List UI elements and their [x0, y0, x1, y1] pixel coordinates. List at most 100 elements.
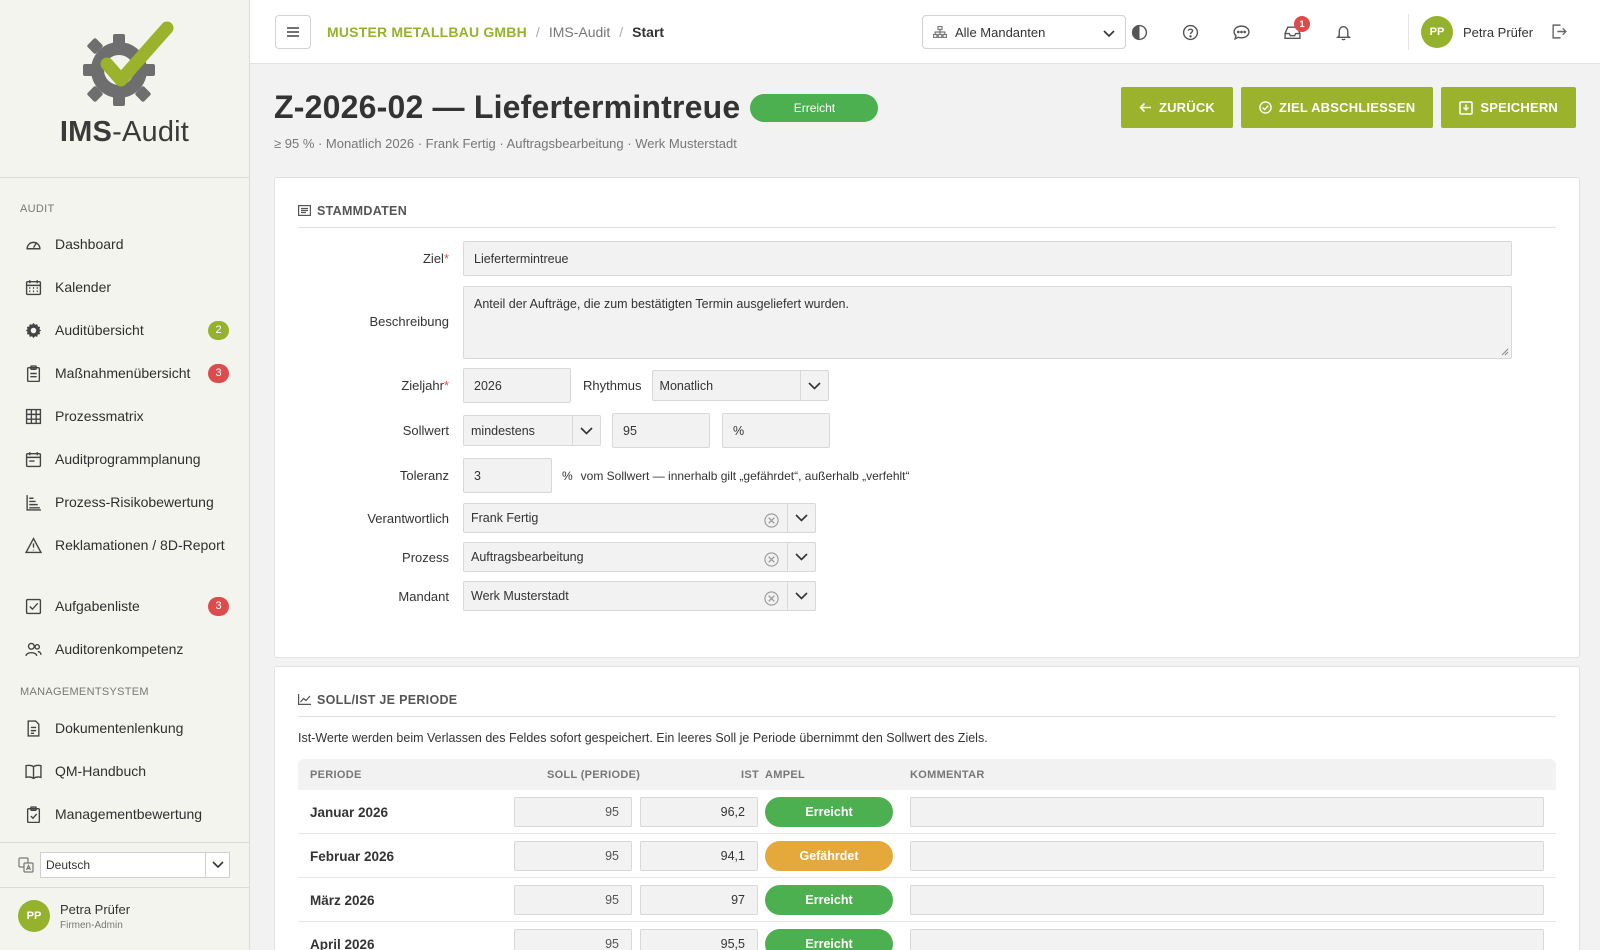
comment-input[interactable]	[910, 797, 1544, 827]
arrow-left-icon	[1139, 102, 1151, 113]
save-button[interactable]: SPEICHERN	[1441, 87, 1576, 128]
field-row-verantwortlich: Verantwortlich Frank Fertig	[298, 503, 816, 533]
col-periode: PERIODE	[310, 769, 362, 781]
logo[interactable]: IMS-Audit	[0, 0, 249, 178]
sidebar-item-reklamationen[interactable]: Reklamationen / 8D-Report	[0, 535, 249, 555]
target-value-input[interactable]: 95	[612, 413, 710, 448]
resize-handle-icon[interactable]	[1501, 348, 1509, 356]
col-ist: IST	[741, 769, 760, 781]
sidebar-item-auditprogrammplanung[interactable]: Auditprogrammplanung	[0, 449, 249, 469]
sidebar-user[interactable]: PP Petra Prüfer Firmen-Admin	[18, 900, 130, 932]
comment-input[interactable]	[910, 841, 1544, 871]
sidebar-item-kalender[interactable]: Kalender	[0, 277, 249, 297]
tolerance-input[interactable]: 3	[463, 458, 552, 493]
hierarchy-icon	[933, 26, 947, 38]
field-label: Zieljahr*	[401, 378, 449, 393]
ist-input[interactable]: 96,2	[640, 797, 758, 827]
warning-icon	[24, 536, 42, 554]
soll-input[interactable]: 95	[514, 797, 632, 827]
line-chart-icon	[298, 694, 311, 705]
clear-icon[interactable]	[764, 513, 779, 528]
logo-text: IMS-Audit	[59, 116, 190, 148]
rhythm-select[interactable]: Monatlich	[651, 370, 829, 401]
chevron-down-icon	[787, 543, 815, 571]
table-row: März 2026 95 97 Erreicht	[298, 878, 1556, 922]
field-row-mandant: Mandant Werk Musterstadt	[298, 581, 816, 611]
sidebar-item-prozess-risikobewertung[interactable]: Prozess-Risikobewertung	[0, 492, 249, 512]
menu-toggle-button[interactable]	[275, 15, 311, 49]
field-label: Verantwortlich	[367, 510, 449, 526]
col-ampel: AMPEL	[765, 769, 805, 781]
period-label: Januar 2026	[310, 805, 389, 820]
count-badge: 2	[208, 320, 229, 340]
user-name: Petra Prüfer	[60, 901, 131, 917]
bell-icon	[1335, 25, 1351, 40]
sidebar-item-auditorenkompetenz[interactable]: Auditorenkompetenz	[0, 639, 249, 659]
sidebar-item-auditübersicht[interactable]: Auditübersicht 2	[0, 320, 249, 340]
breadcrumb-current: Start	[632, 24, 665, 40]
sidebar-item-dokumentenlenkung[interactable]: Dokumentenlenkung	[0, 718, 249, 738]
chevron-down-icon	[799, 371, 828, 400]
help-button[interactable]	[1180, 22, 1200, 42]
sidebar-item-aufgabenliste[interactable]: Aufgabenliste 3	[0, 596, 249, 616]
target-operator-select[interactable]: mindestens	[463, 415, 601, 446]
field-label: Mandant	[398, 588, 449, 604]
breadcrumb-app[interactable]: IMS-Audit	[549, 24, 610, 40]
description-textarea[interactable]: Anteil der Aufträge, die zum bestätigten…	[463, 286, 1512, 359]
logout-button[interactable]	[1551, 23, 1568, 43]
contrast-icon	[1131, 24, 1147, 40]
sidebar-item-dashboard[interactable]: Dashboard	[0, 234, 249, 254]
chevron-down-icon	[1103, 26, 1115, 41]
goal-name-input[interactable]: Liefertermintreue	[463, 241, 1512, 276]
chevron-down-icon	[572, 416, 600, 445]
language-select[interactable]: Deutsch	[40, 852, 230, 878]
contrast-toggle-button[interactable]	[1129, 22, 1149, 42]
tenant-select[interactable]: Alle Mandanten	[922, 15, 1126, 49]
chat-button[interactable]	[1231, 22, 1251, 42]
hamburger-icon	[287, 27, 299, 37]
breadcrumb-company[interactable]: MUSTER METALLBAU GMBH	[327, 24, 527, 40]
close-goal-button[interactable]: ZIEL ABSCHLIESSEN	[1241, 87, 1434, 128]
mandant-select[interactable]: Werk Musterstadt	[463, 581, 816, 611]
status-badge: Erreicht	[750, 93, 879, 122]
process-select[interactable]: Auftragsbearbeitung	[463, 542, 816, 572]
table-row: Februar 2026 95 94,1 Gefährdet	[298, 834, 1556, 878]
comment-input[interactable]	[910, 885, 1544, 915]
checkbox-icon	[24, 597, 42, 615]
soll-input[interactable]: 95	[514, 929, 632, 950]
inbox-button[interactable]: 1	[1282, 16, 1310, 42]
soll-input[interactable]: 95	[514, 885, 632, 915]
ist-input[interactable]: 97	[640, 885, 758, 915]
action-bar: ZURÜCK ZIEL ABSCHLIESSEN SPEICHERN	[1113, 87, 1576, 128]
notifications-button[interactable]	[1333, 22, 1353, 42]
chevron-down-icon	[787, 504, 815, 532]
check-circle-icon	[1259, 101, 1272, 114]
period-label: März 2026	[310, 893, 375, 908]
soll-input[interactable]: 95	[514, 841, 632, 871]
book-icon	[24, 762, 42, 780]
sidebar-item-prozessmatrix[interactable]: Prozessmatrix	[0, 406, 249, 426]
periods-table: PERIODE SOLL (PERIODE) IST AMPEL KOMMENT…	[298, 759, 1556, 950]
rhythmus-label: Rhythmus	[583, 378, 642, 393]
back-button[interactable]: ZURÜCK	[1120, 87, 1234, 128]
target-year-input[interactable]: 2026	[463, 368, 571, 403]
sidebar-item-qm-handbuch[interactable]: QM-Handbuch	[0, 761, 249, 781]
comment-input[interactable]	[910, 929, 1544, 950]
periods-note: Ist-Werte werden beim Verlassen des Feld…	[298, 731, 988, 745]
period-label: Februar 2026	[310, 849, 395, 864]
ist-input[interactable]: 95,5	[640, 929, 758, 950]
user-menu[interactable]: PP Petra Prüfer	[1421, 16, 1533, 48]
notification-badge: 1	[1294, 16, 1310, 32]
clear-icon[interactable]	[764, 552, 779, 567]
field-label: Toleranz	[399, 468, 449, 483]
target-unit-input[interactable]: %	[722, 413, 830, 448]
sidebar-item-managementbewertung[interactable]: Managementbewertung	[0, 804, 249, 824]
calendar-icon	[24, 278, 42, 296]
dashboard-icon	[24, 235, 42, 253]
ist-input[interactable]: 94,1	[640, 841, 758, 871]
page-title: Z-2026-02 — Liefertermintreue	[274, 89, 741, 125]
sidebar-item-massnahmenuebersicht[interactable]: Maßnahmenübersicht 3	[0, 363, 249, 383]
responsible-select[interactable]: Frank Fertig	[463, 503, 816, 533]
clear-icon[interactable]	[764, 591, 779, 606]
period-label: April 2026	[310, 937, 375, 950]
